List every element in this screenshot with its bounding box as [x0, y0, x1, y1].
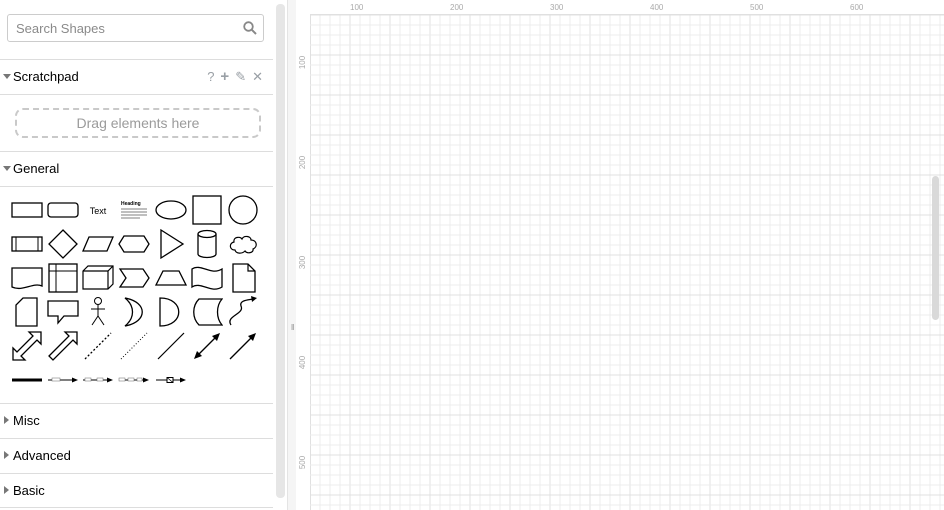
basic-header[interactable]: Basic	[0, 473, 273, 508]
ruler-label: 300	[550, 3, 564, 12]
text-shape[interactable]: Text	[82, 194, 114, 226]
card-shape[interactable]	[11, 296, 43, 328]
scratchpad-title: Scratchpad	[13, 69, 79, 84]
splitter-grip-icon[interactable]: ‖	[291, 323, 294, 332]
trapezoid-shape[interactable]	[155, 262, 187, 294]
diagram-canvas[interactable]: 100 200 300 400 500 600 100 200 300 400 …	[296, 0, 944, 510]
and-shape[interactable]	[155, 296, 187, 328]
canvas-grid	[310, 15, 944, 510]
shapes-sidebar: Scratchpad ? + ✎ ✕ Drag elements here Ge…	[0, 0, 273, 510]
misc-title: Misc	[13, 413, 40, 428]
ruler-label: 500	[750, 3, 764, 12]
general-shapes-palette: Text Heading	[0, 188, 273, 400]
ruler-label: 200	[450, 3, 464, 12]
general-header[interactable]: General	[0, 151, 273, 186]
triangle-shape[interactable]	[155, 228, 187, 260]
rounded-rectangle-shape[interactable]	[47, 194, 79, 226]
dashed-line-shape[interactable]	[82, 330, 114, 362]
dotted-line-shape[interactable]	[118, 330, 150, 362]
document-shape[interactable]	[11, 262, 43, 294]
add-icon[interactable]: +	[220, 68, 229, 85]
advanced-title: Advanced	[13, 448, 71, 463]
ruler-label: 400	[298, 355, 308, 370]
ruler-label: 100	[298, 55, 308, 70]
process-shape[interactable]	[11, 228, 43, 260]
horizontal-ruler: 100 200 300 400 500 600	[310, 0, 944, 15]
basic-title: Basic	[13, 483, 45, 498]
hexagon-shape[interactable]	[118, 228, 150, 260]
connector-with-2-labels-shape[interactable]	[82, 364, 114, 396]
help-icon[interactable]: ?	[207, 69, 214, 84]
step-shape[interactable]	[118, 262, 150, 294]
text-shape-label: Text	[90, 206, 107, 216]
tape-shape[interactable]	[191, 262, 223, 294]
canvas-scrollbar[interactable]	[932, 176, 939, 320]
square-shape[interactable]	[191, 194, 223, 226]
ruler-label: 500	[298, 455, 308, 470]
scratchpad-tools: ? + ✎ ✕	[207, 68, 263, 85]
circle-shape[interactable]	[227, 194, 259, 226]
cylinder-shape[interactable]	[191, 228, 223, 260]
close-icon[interactable]: ✕	[252, 69, 263, 85]
divider	[0, 186, 273, 187]
note-shape[interactable]	[227, 262, 259, 294]
scratchpad-drop-zone[interactable]: Drag elements here	[15, 108, 261, 138]
cube-shape[interactable]	[82, 262, 114, 294]
bidirectional-arrow-shape[interactable]	[11, 330, 43, 362]
connector-with-symbol-shape[interactable]	[155, 364, 187, 396]
callout-shape[interactable]	[47, 296, 79, 328]
edit-icon[interactable]: ✎	[235, 69, 246, 85]
expand-icon	[4, 486, 9, 494]
sidebar-scrollbar[interactable]	[276, 4, 285, 498]
misc-header[interactable]: Misc	[0, 403, 273, 438]
search-input[interactable]	[14, 20, 238, 37]
search-box[interactable]	[7, 14, 264, 42]
textbox-shape[interactable]: Heading	[118, 194, 150, 226]
rectangle-shape[interactable]	[11, 194, 43, 226]
expand-icon	[4, 416, 9, 424]
ruler-label: 300	[298, 255, 308, 270]
ellipse-shape[interactable]	[155, 194, 187, 226]
vertical-ruler: 100 200 300 400 500	[296, 14, 311, 510]
ruler-label: 600	[850, 3, 864, 12]
parallelogram-shape[interactable]	[82, 228, 114, 260]
data-storage-shape[interactable]	[191, 296, 223, 328]
ruler-label: 400	[650, 3, 664, 12]
connector-with-label-shape[interactable]	[47, 364, 79, 396]
arrow-shape[interactable]	[47, 330, 79, 362]
bidirectional-connector-shape[interactable]	[191, 330, 223, 362]
collapse-icon	[3, 166, 11, 171]
ruler-label: 100	[350, 3, 364, 12]
line-shape[interactable]	[155, 330, 187, 362]
directional-connector-shape[interactable]	[227, 330, 259, 362]
thick-link-shape[interactable]	[11, 364, 43, 396]
general-title: General	[13, 161, 60, 176]
advanced-header[interactable]: Advanced	[0, 438, 273, 473]
cloud-shape[interactable]	[227, 228, 259, 260]
search-icon[interactable]	[243, 21, 257, 35]
collapse-icon	[3, 74, 11, 79]
actor-shape[interactable]	[82, 296, 114, 328]
ruler-label: 200	[298, 155, 308, 170]
connector-with-3-labels-shape[interactable]	[118, 364, 150, 396]
heading-shape-label: Heading	[121, 201, 141, 207]
internal-storage-shape[interactable]	[47, 262, 79, 294]
curve-shape[interactable]	[227, 296, 259, 328]
scratchpad-header[interactable]: Scratchpad ? + ✎ ✕	[0, 59, 273, 94]
expand-icon	[4, 451, 9, 459]
or-shape[interactable]	[118, 296, 150, 328]
diamond-shape[interactable]	[47, 228, 79, 260]
